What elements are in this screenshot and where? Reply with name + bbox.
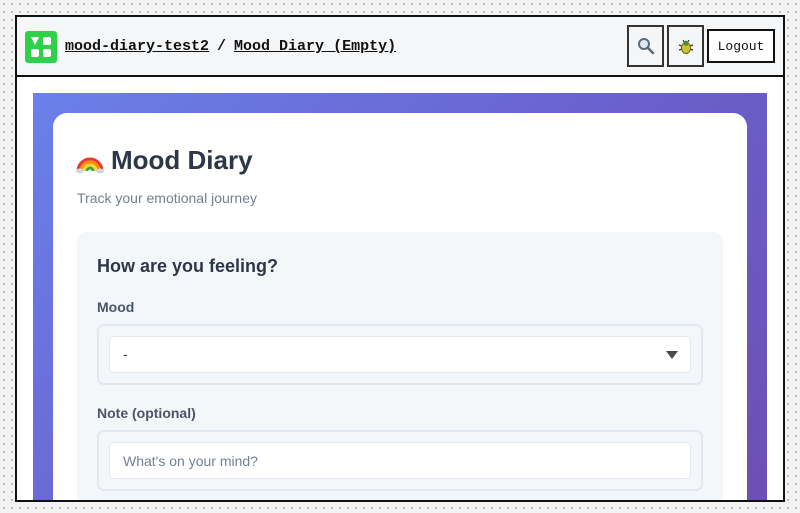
logo-dot <box>43 49 51 57</box>
page-title-text: Mood Diary <box>111 144 253 175</box>
bug-report-button[interactable] <box>667 25 704 67</box>
mood-field-wrapper: - <box>97 324 703 385</box>
breadcrumb-separator: / <box>217 38 227 55</box>
note-field-wrapper <box>97 430 703 491</box>
main-card: Mood Diary Track your emotional journey … <box>53 113 747 500</box>
mood-entry-form: How are you feeling? Mood - Note (option… <box>77 232 723 500</box>
gradient-background: Mood Diary Track your emotional journey … <box>33 93 767 500</box>
page-title: Mood Diary <box>75 143 253 177</box>
logout-button[interactable]: Logout <box>707 29 775 63</box>
app-frame: mood-diary-test2 / Mood Diary (Empty) Logo… <box>15 15 785 502</box>
note-label: Note (optional) <box>97 405 196 421</box>
bug-icon <box>678 39 693 54</box>
mood-select-value: - <box>123 346 128 362</box>
logo-dot <box>31 49 39 57</box>
breadcrumb-page-link[interactable]: Mood Diary (Empty) <box>234 38 396 55</box>
app-logo-icon[interactable] <box>25 31 57 63</box>
mood-select[interactable]: - <box>109 336 691 373</box>
breadcrumb-project-link[interactable]: mood-diary-test2 <box>65 38 209 55</box>
magnifier-icon <box>637 38 654 55</box>
rainbow-icon <box>75 145 105 175</box>
note-input[interactable] <box>109 442 691 479</box>
form-heading: How are you feeling? <box>97 256 279 276</box>
search-button[interactable] <box>627 25 664 67</box>
mood-label: Mood <box>97 299 135 315</box>
chevron-down-icon <box>666 351 678 359</box>
top-bar: mood-diary-test2 / Mood Diary (Empty) Logo… <box>17 17 783 77</box>
page-subtitle: Track your emotional journey <box>77 190 258 206</box>
logo-triangle <box>31 37 39 45</box>
logo-dot <box>43 37 51 45</box>
breadcrumb: mood-diary-test2 / Mood Diary (Empty) <box>65 37 396 57</box>
